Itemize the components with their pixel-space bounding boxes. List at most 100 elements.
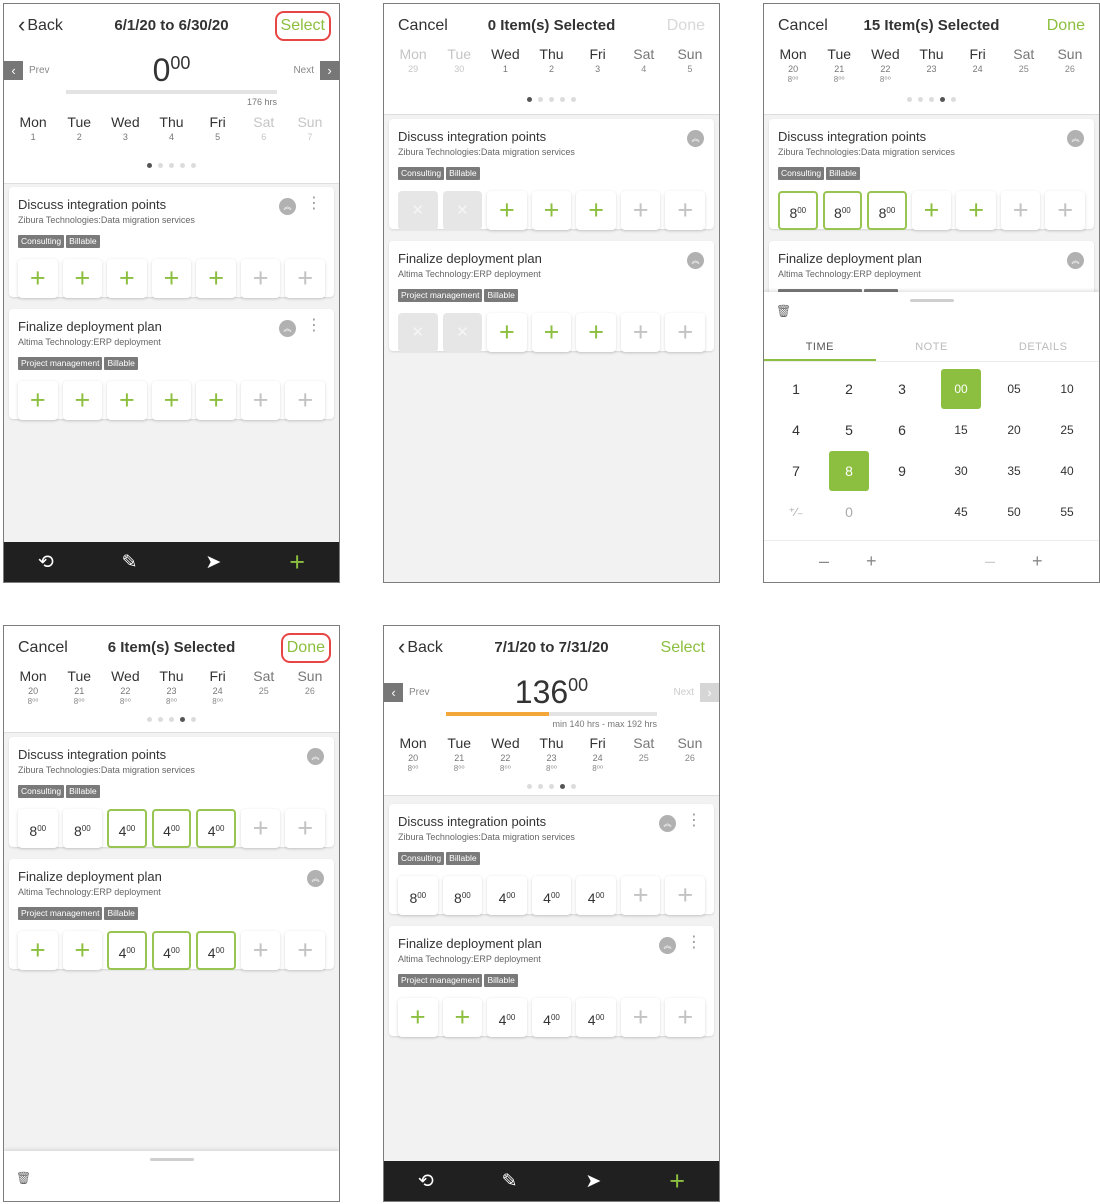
- add-time-cell[interactable]: +: [442, 998, 483, 1037]
- add-time-cell[interactable]: +: [1000, 191, 1041, 230]
- task-card[interactable]: Discuss integration points Zibura Techno…: [9, 737, 334, 848]
- add-time-cell[interactable]: +: [196, 259, 236, 298]
- add-time-cell[interactable]: +: [240, 259, 281, 298]
- history-icon[interactable]: ⟲: [26, 551, 66, 574]
- time-cell-selected[interactable]: 400: [107, 931, 147, 970]
- add-time-cell[interactable]: +: [956, 191, 996, 230]
- day-tue[interactable]: Tue 21 8⁰⁰: [436, 735, 482, 781]
- page-dot[interactable]: [527, 784, 532, 789]
- add-time-cell[interactable]: +: [620, 313, 661, 352]
- day-thu[interactable]: Thu 23: [908, 46, 954, 94]
- add-time-cell[interactable]: +: [911, 191, 952, 230]
- trash-icon[interactable]: 🗑: [16, 1171, 31, 1185]
- minute-key[interactable]: 50: [994, 492, 1034, 532]
- minute-key[interactable]: 25: [1047, 410, 1087, 450]
- select-button[interactable]: Select: [274, 11, 332, 41]
- cancel-button[interactable]: Cancel: [778, 17, 828, 35]
- done-button[interactable]: Done: [667, 17, 705, 35]
- back-button[interactable]: ‹ Back: [398, 636, 443, 658]
- minute-key[interactable]: 40: [1047, 451, 1087, 491]
- time-cell[interactable]: 400: [576, 876, 616, 915]
- add-time-cell[interactable]: +: [1045, 191, 1085, 230]
- minute-key[interactable]: 10: [1047, 369, 1087, 409]
- page-dot[interactable]: [549, 784, 554, 789]
- add-time-cell[interactable]: +: [62, 931, 103, 970]
- minute-decrement-button[interactable]: –: [985, 551, 995, 572]
- day-wed[interactable]: Wed 1: [482, 46, 528, 86]
- collapse-icon[interactable]: ︽: [1067, 130, 1084, 147]
- task-card[interactable]: Finalize deployment plan Altima Technolo…: [9, 309, 334, 420]
- day-tue[interactable]: Tue 21 8⁰⁰: [816, 46, 862, 94]
- add-time-cell[interactable]: +: [151, 259, 192, 298]
- time-cell-selected[interactable]: 400: [151, 809, 192, 848]
- day-thu[interactable]: Thu 23 8⁰⁰: [148, 668, 194, 714]
- minute-key[interactable]: 15: [941, 410, 981, 450]
- day-sat[interactable]: Sat 6: [241, 114, 287, 160]
- day-sat[interactable]: Sat 25: [241, 668, 287, 714]
- time-cell-selected[interactable]: 800: [867, 191, 907, 230]
- add-time-cell[interactable]: +: [285, 259, 326, 298]
- time-cell[interactable]: 400: [531, 876, 572, 915]
- add-time-cell[interactable]: +: [18, 931, 58, 970]
- collapse-icon[interactable]: ︽: [687, 252, 704, 269]
- collapse-icon[interactable]: ︽: [659, 815, 676, 832]
- day-wed[interactable]: Wed 3: [102, 114, 148, 160]
- tab-time[interactable]: TIME: [764, 339, 876, 361]
- collapse-icon[interactable]: ︽: [1067, 252, 1084, 269]
- page-dot[interactable]: [571, 97, 576, 102]
- hour-key[interactable]: 6: [882, 410, 922, 450]
- day-thu[interactable]: Thu 2: [528, 46, 574, 86]
- time-cell[interactable]: 400: [487, 998, 527, 1037]
- page-dot[interactable]: [147, 163, 152, 168]
- hour-increment-button[interactable]: +: [866, 551, 877, 572]
- add-time-cell[interactable]: +: [151, 381, 192, 420]
- send-icon[interactable]: ➤: [573, 1170, 613, 1193]
- day-fri[interactable]: Fri 24: [955, 46, 1001, 94]
- task-card[interactable]: Finalize deployment plan Altima Technolo…: [9, 859, 334, 970]
- day-thu[interactable]: Thu 4: [148, 114, 194, 160]
- page-dot[interactable]: [527, 97, 532, 102]
- page-dot[interactable]: [929, 97, 934, 102]
- hour-key[interactable]: 2: [829, 369, 869, 409]
- add-time-cell[interactable]: +: [285, 381, 326, 420]
- task-card[interactable]: Finalize deployment plan Altima Technolo…: [389, 241, 714, 352]
- minute-key[interactable]: 45: [941, 492, 981, 532]
- add-time-cell[interactable]: +: [665, 191, 706, 230]
- hour-key-selected[interactable]: 8: [829, 451, 869, 491]
- page-dot[interactable]: [560, 784, 565, 789]
- day-mon[interactable]: Mon 20 8⁰⁰: [390, 735, 436, 781]
- hour-key[interactable]: 1: [776, 369, 816, 409]
- time-cell-selected[interactable]: 400: [196, 809, 236, 848]
- history-icon[interactable]: ⟲: [406, 1170, 446, 1193]
- add-time-cell[interactable]: +: [285, 809, 325, 848]
- day-wed[interactable]: Wed 22 8⁰⁰: [862, 46, 908, 94]
- next-button[interactable]: Next ›: [673, 683, 719, 702]
- time-cell[interactable]: 800: [398, 876, 438, 915]
- minute-key[interactable]: 20: [994, 410, 1034, 450]
- page-dot[interactable]: [538, 97, 543, 102]
- tab-details[interactable]: DETAILS: [987, 339, 1099, 361]
- day-fri[interactable]: Fri 24 8⁰⁰: [575, 735, 621, 781]
- sign-toggle-key[interactable]: ⁺∕₋: [776, 492, 816, 532]
- page-dot[interactable]: [907, 97, 912, 102]
- select-button[interactable]: Select: [661, 639, 705, 657]
- send-icon[interactable]: ➤: [193, 551, 233, 574]
- add-time-cell[interactable]: +: [240, 381, 281, 420]
- day-sun[interactable]: Sun 26: [287, 668, 333, 714]
- day-fri[interactable]: Fri 24 8⁰⁰: [195, 668, 241, 714]
- edit-icon[interactable]: ✎: [490, 1170, 530, 1193]
- day-mon[interactable]: Mon 29: [390, 46, 436, 86]
- page-dot[interactable]: [191, 717, 196, 722]
- kebab-menu-icon[interactable]: ⋮: [686, 812, 702, 830]
- time-cell-selected[interactable]: 800: [778, 191, 818, 230]
- day-tue[interactable]: Tue 21 8⁰⁰: [56, 668, 102, 714]
- add-icon[interactable]: +: [277, 547, 317, 578]
- back-button[interactable]: ‹ Back: [18, 14, 63, 36]
- day-tue[interactable]: Tue 2: [56, 114, 102, 160]
- task-card[interactable]: Finalize deployment plan Altima Technolo…: [389, 926, 714, 1037]
- minute-key[interactable]: 30: [941, 451, 981, 491]
- hour-key[interactable]: 7: [776, 451, 816, 491]
- edit-icon[interactable]: ✎: [110, 551, 150, 574]
- trash-icon[interactable]: 🗑: [776, 304, 791, 318]
- drag-handle[interactable]: [909, 299, 954, 302]
